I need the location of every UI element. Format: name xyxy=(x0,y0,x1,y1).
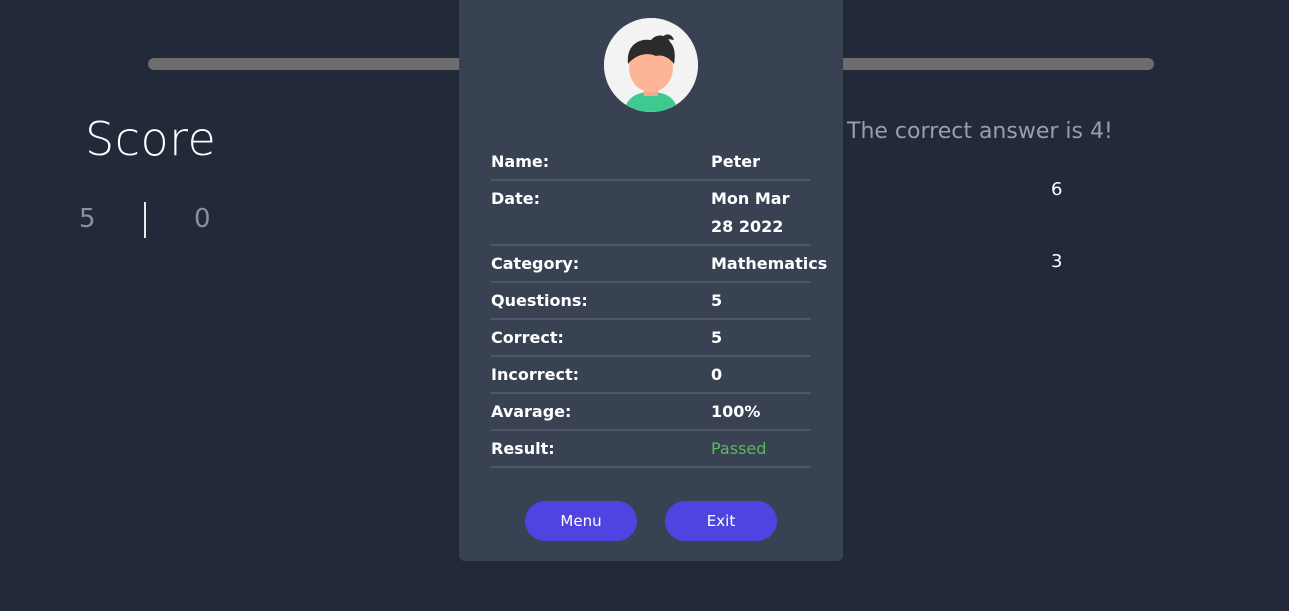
exit-button[interactable]: Exit xyxy=(665,501,777,541)
results-modal: Name: Peter Date: Mon Mar 28 2022 Catego… xyxy=(459,0,843,561)
row-value: Mathematics xyxy=(711,254,828,273)
result-row-category: Category: Mathematics xyxy=(491,246,827,283)
row-label: Incorrect: xyxy=(491,365,579,384)
result-row-correct: Correct: 5 xyxy=(491,320,811,357)
result-row-result: Result: Passed xyxy=(491,431,811,468)
score-divider xyxy=(144,202,146,238)
row-label: Correct: xyxy=(491,328,564,347)
row-value: 5 xyxy=(711,328,723,347)
row-label: Result: xyxy=(491,439,555,458)
row-label: Name: xyxy=(491,152,550,171)
answer-feedback: ter! The correct answer is 4! xyxy=(800,119,1113,144)
result-row-date: Date: Mon Mar 28 2022 xyxy=(491,181,811,246)
row-label: Category: xyxy=(491,254,580,273)
row-value: 100% xyxy=(711,402,761,421)
row-value: 0 xyxy=(711,365,723,384)
result-row-incorrect: Incorrect: 0 xyxy=(491,357,811,394)
score-incorrect-count: 0 xyxy=(194,204,211,234)
results-table: Name: Peter Date: Mon Mar 28 2022 Catego… xyxy=(491,144,827,468)
score-title: Score xyxy=(85,112,217,166)
user-avatar-icon xyxy=(604,18,698,112)
menu-button[interactable]: Menu xyxy=(525,501,637,541)
result-row-average: Avarage: 100% xyxy=(491,394,811,431)
result-row-name: Name: Peter xyxy=(491,144,811,181)
result-status-badge: Passed xyxy=(711,439,767,458)
row-label: Avarage: xyxy=(491,402,572,421)
row-label: Date: xyxy=(491,189,540,208)
row-value: Mon Mar 28 2022 xyxy=(711,189,790,236)
row-value: Peter xyxy=(711,152,760,171)
row-value: 5 xyxy=(711,291,723,310)
answer-option[interactable]: 6 xyxy=(1051,179,1062,200)
result-row-questions: Questions: 5 xyxy=(491,283,811,320)
row-label: Questions: xyxy=(491,291,588,310)
answer-option[interactable]: 3 xyxy=(1051,251,1062,272)
score-correct-count: 5 xyxy=(79,204,96,234)
